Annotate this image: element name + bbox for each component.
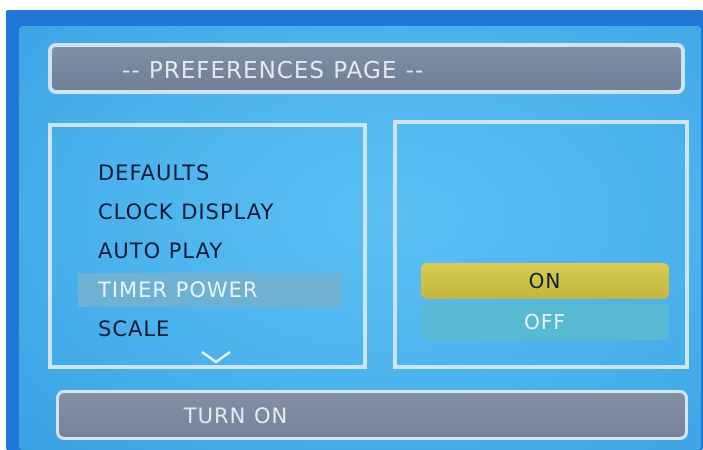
option-off[interactable]: OFF [421, 304, 669, 340]
page-title: -- PREFERENCES PAGE -- [122, 58, 425, 84]
title-bar: -- PREFERENCES PAGE -- [48, 43, 685, 94]
menu-item-timer-power[interactable]: TIMER POWER [78, 273, 342, 307]
value-panel: ON OFF [393, 120, 689, 369]
menu-panel: DEFAULTS CLOCK DISPLAY AUTO PLAY TIMER P… [48, 123, 367, 369]
tv-bezel: -- PREFERENCES PAGE -- DEFAULTS CLOCK DI… [6, 10, 703, 450]
status-bar: TURN ON [56, 390, 688, 440]
menu-item-defaults[interactable]: DEFAULTS [98, 156, 210, 190]
chevron-down-icon[interactable] [200, 349, 232, 365]
osd-screen: -- PREFERENCES PAGE -- DEFAULTS CLOCK DI… [19, 26, 701, 450]
option-on[interactable]: ON [421, 263, 669, 299]
menu-item-clock-display[interactable]: CLOCK DISPLAY [98, 195, 274, 229]
menu-item-auto-play[interactable]: AUTO PLAY [98, 234, 223, 268]
status-text: TURN ON [183, 404, 289, 428]
menu-item-scale[interactable]: SCALE [98, 312, 170, 346]
